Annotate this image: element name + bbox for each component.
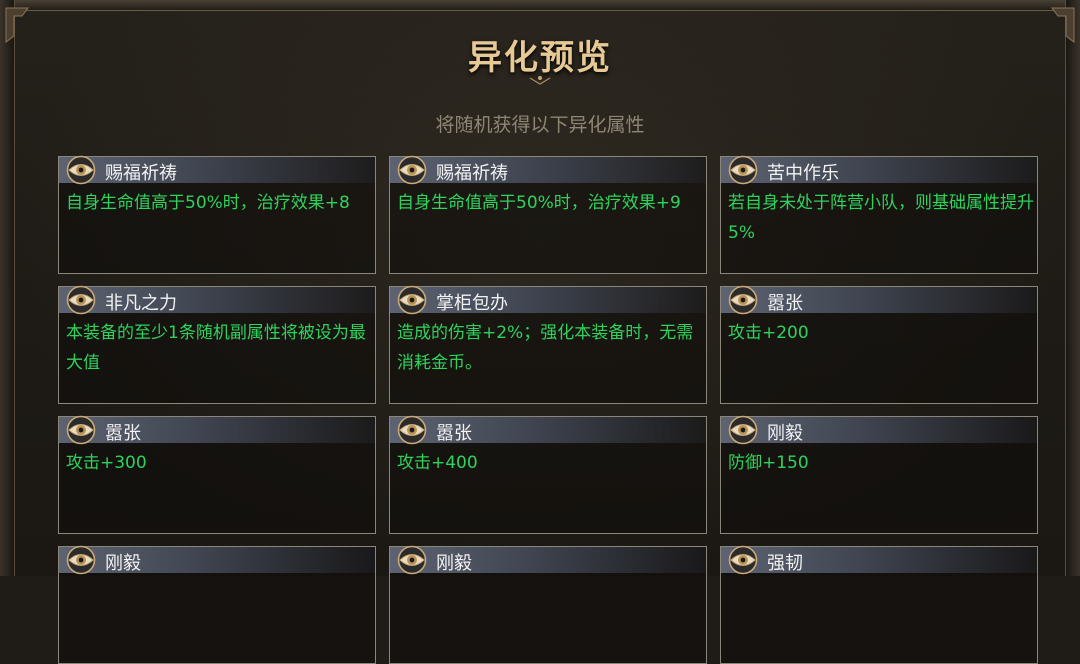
eye-icon (66, 415, 96, 445)
frame-top (0, 0, 1080, 11)
affix-name: 赐福祈祷 (105, 163, 177, 184)
affix-card[interactable]: 强韧 (720, 545, 1038, 664)
eye-icon (397, 415, 427, 445)
eye-icon (397, 155, 427, 185)
affix-description: 攻击+300 (66, 453, 147, 473)
affix-name: 掌柜包办 (436, 293, 508, 314)
title-divider (330, 76, 750, 85)
eye-icon (66, 155, 96, 185)
affix-card[interactable]: 掌柜包办 造成的伤害+2%；强化本装备时，无需消耗金币。 (389, 285, 707, 404)
affix-name: 赐福祈祷 (436, 163, 508, 184)
affix-description: 若自身未处于阵营小队，则基础属性提升5% (728, 193, 1034, 243)
affix-card[interactable]: 嚣张 攻击+200 (720, 285, 1038, 404)
eye-icon (66, 285, 96, 315)
subtitle: 将随机获得以下异化属性 (435, 114, 645, 136)
affix-name: 强韧 (767, 553, 803, 574)
affix-card[interactable]: 刚毅 防御+150 (720, 415, 1038, 534)
affix-description: 防御+150 (728, 453, 809, 473)
affix-name: 苦中作乐 (767, 163, 839, 184)
eye-icon (728, 545, 758, 575)
affix-card[interactable]: 嚣张 攻击+400 (389, 415, 707, 534)
eye-icon (66, 545, 96, 575)
eye-icon (397, 285, 427, 315)
affix-description: 本装备的至少1条随机副属性将被设为最大值 (66, 323, 366, 373)
eye-icon (728, 415, 758, 445)
affix-name: 刚毅 (767, 423, 803, 444)
page-title: 异化预览 (468, 38, 612, 78)
affix-card[interactable]: 赐福祈祷 自身生命值高于50%时，治疗效果+8 (58, 155, 376, 274)
affix-description: 自身生命值高于50%时，治疗效果+8 (66, 193, 350, 213)
affix-description: 造成的伤害+2%；强化本装备时，无需消耗金币。 (397, 323, 694, 373)
eye-icon (397, 545, 427, 575)
affix-name: 嚣张 (105, 423, 141, 444)
affix-card[interactable]: 刚毅 (389, 545, 707, 664)
affix-name: 刚毅 (105, 553, 141, 574)
affix-name: 嚣张 (767, 293, 803, 314)
affix-name: 非凡之力 (105, 293, 177, 314)
affix-description: 自身生命值高于50%时，治疗效果+9 (397, 193, 681, 213)
affix-card[interactable]: 赐福祈祷 自身生命值高于50%时，治疗效果+9 (389, 155, 707, 274)
affix-description: 攻击+200 (728, 323, 809, 343)
affix-card[interactable]: 非凡之力 本装备的至少1条随机副属性将被设为最大值 (58, 285, 376, 404)
affix-description: 攻击+400 (397, 453, 478, 473)
affix-card[interactable]: 刚毅 (58, 545, 376, 664)
affix-name: 刚毅 (436, 553, 472, 574)
affix-card[interactable]: 苦中作乐 若自身未处于阵营小队，则基础属性提升5% (720, 155, 1038, 274)
eye-icon (728, 155, 758, 185)
eye-icon (728, 285, 758, 315)
frame-right (1065, 0, 1080, 576)
frame-left (0, 0, 15, 576)
affix-name: 嚣张 (436, 423, 472, 444)
affix-card[interactable]: 嚣张 攻击+300 (58, 415, 376, 534)
